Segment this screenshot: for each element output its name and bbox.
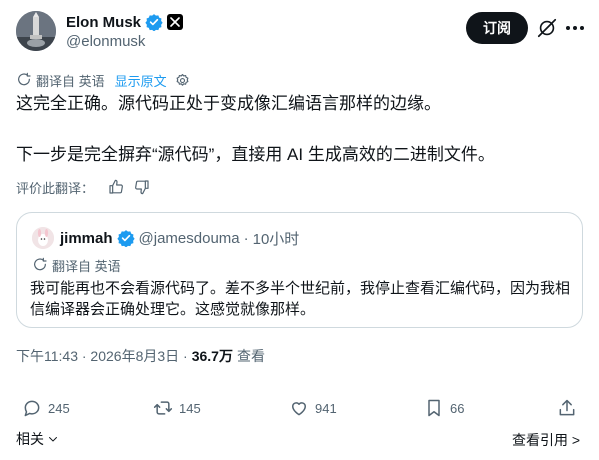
grok-icon[interactable] xyxy=(536,17,558,39)
quoted-text-line-1: 我可能再也不会看源代码了。差不多半个世纪前，我停止查看汇编代码，因为我相 xyxy=(30,280,571,297)
author-handle[interactable]: @elonmusk xyxy=(66,33,145,50)
quoted-text-line-2: 信编译器会正确处理它。这感觉就像那样。 xyxy=(30,301,316,318)
thumbs-down-icon[interactable] xyxy=(134,179,150,195)
view-count: 36.7万 xyxy=(191,348,233,364)
gear-icon[interactable] xyxy=(175,73,190,88)
author-name[interactable]: Elon Musk xyxy=(66,14,141,31)
repost-count: 145 xyxy=(179,400,201,416)
post-meta-row: 下午11:43 · 2026年8月3日 · 36.7万 查看 xyxy=(16,346,265,366)
post-text-line-1: 这完全正确。源代码正处于变成像汇编语言那样的边缘。 xyxy=(16,94,441,113)
related-toggle[interactable]: 相关 xyxy=(16,430,59,448)
translate-icon xyxy=(32,257,48,273)
like-count: 941 xyxy=(315,400,337,416)
quoted-translated-from-label: 翻译自 英语 xyxy=(52,258,121,274)
reply-icon xyxy=(22,398,42,418)
subscribe-button[interactable]: 订阅 xyxy=(466,12,528,44)
bookmark-icon xyxy=(424,398,444,418)
translated-from-label: 翻译自 英语 xyxy=(36,73,105,89)
quoted-author-handle[interactable]: @jamesdouma xyxy=(139,230,240,247)
x-logo-badge-icon[interactable] xyxy=(167,14,184,30)
repost-icon xyxy=(153,398,173,418)
chevron-down-icon xyxy=(47,433,59,445)
post-timestamp[interactable]: 下午11:43 · 2026年8月3日 · xyxy=(16,346,188,366)
show-original-link[interactable]: 显示原文 xyxy=(115,71,167,90)
related-label: 相关 xyxy=(16,431,44,447)
separator-dot: · xyxy=(243,229,249,247)
quoted-translation-row: 翻译自 英语 xyxy=(32,256,121,274)
translate-icon xyxy=(16,72,32,88)
bookmark-button[interactable]: 66 xyxy=(424,397,464,419)
quoted-author-avatar[interactable] xyxy=(32,227,54,249)
bookmark-count: 66 xyxy=(450,400,465,416)
like-button[interactable]: 941 xyxy=(289,397,337,419)
heart-icon xyxy=(289,398,309,418)
author-name-row: Elon Musk xyxy=(66,12,184,32)
more-options-icon[interactable] xyxy=(564,17,586,39)
rate-translation-label: 评价此翻译： xyxy=(16,180,95,196)
translation-row: 翻译自 英语 显示原文 xyxy=(16,71,190,89)
views-label: 查看 xyxy=(236,348,265,364)
share-button[interactable] xyxy=(557,397,577,419)
author-avatar[interactable] xyxy=(16,11,56,51)
rate-translation-row: 评价此翻译： xyxy=(16,178,150,196)
view-quotes-link[interactable]: 查看引用 > xyxy=(512,430,580,450)
thumbs-up-icon[interactable] xyxy=(108,179,124,195)
quoted-post-card[interactable]: jimmah @jamesdouma · 10小时 翻译自 英语 我可能再也不会… xyxy=(16,212,583,328)
quoted-post-time[interactable]: 10小时 xyxy=(253,228,300,249)
quoted-author-row: jimmah @jamesdouma · 10小时 xyxy=(60,227,299,249)
verified-badge-icon[interactable] xyxy=(145,13,163,31)
repost-button[interactable]: 145 xyxy=(153,397,201,419)
reply-button[interactable]: 245 xyxy=(22,397,70,419)
share-icon xyxy=(557,398,577,418)
quoted-author-name[interactable]: jimmah xyxy=(60,230,113,247)
post-text-line-2: 下一步是完全摒弃“源代码”，直接用 AI 生成高效的二进制文件。 xyxy=(16,145,495,164)
reply-count: 245 xyxy=(48,400,70,416)
verified-badge-icon[interactable] xyxy=(116,229,135,247)
